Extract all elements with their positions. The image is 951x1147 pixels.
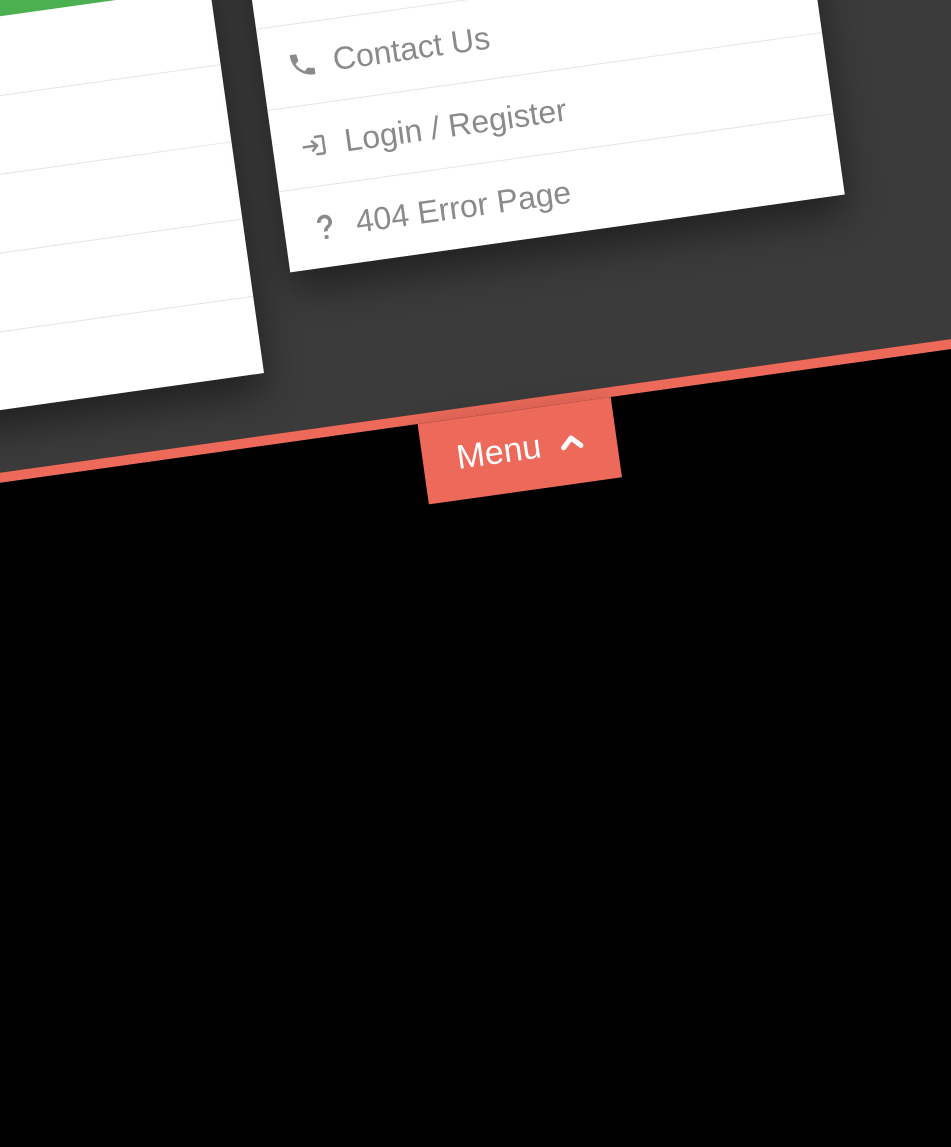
menu-item-label: Login / Register [342,92,569,160]
chevron-up-icon [555,425,589,459]
menu-item-label: 404 Error Page [353,174,573,241]
menu-item-label: Contact Us [330,20,492,79]
phone-icon [285,47,319,81]
menu-toggle-label: Menu [454,427,544,477]
signin-icon [297,128,331,162]
question-icon [308,210,342,244]
